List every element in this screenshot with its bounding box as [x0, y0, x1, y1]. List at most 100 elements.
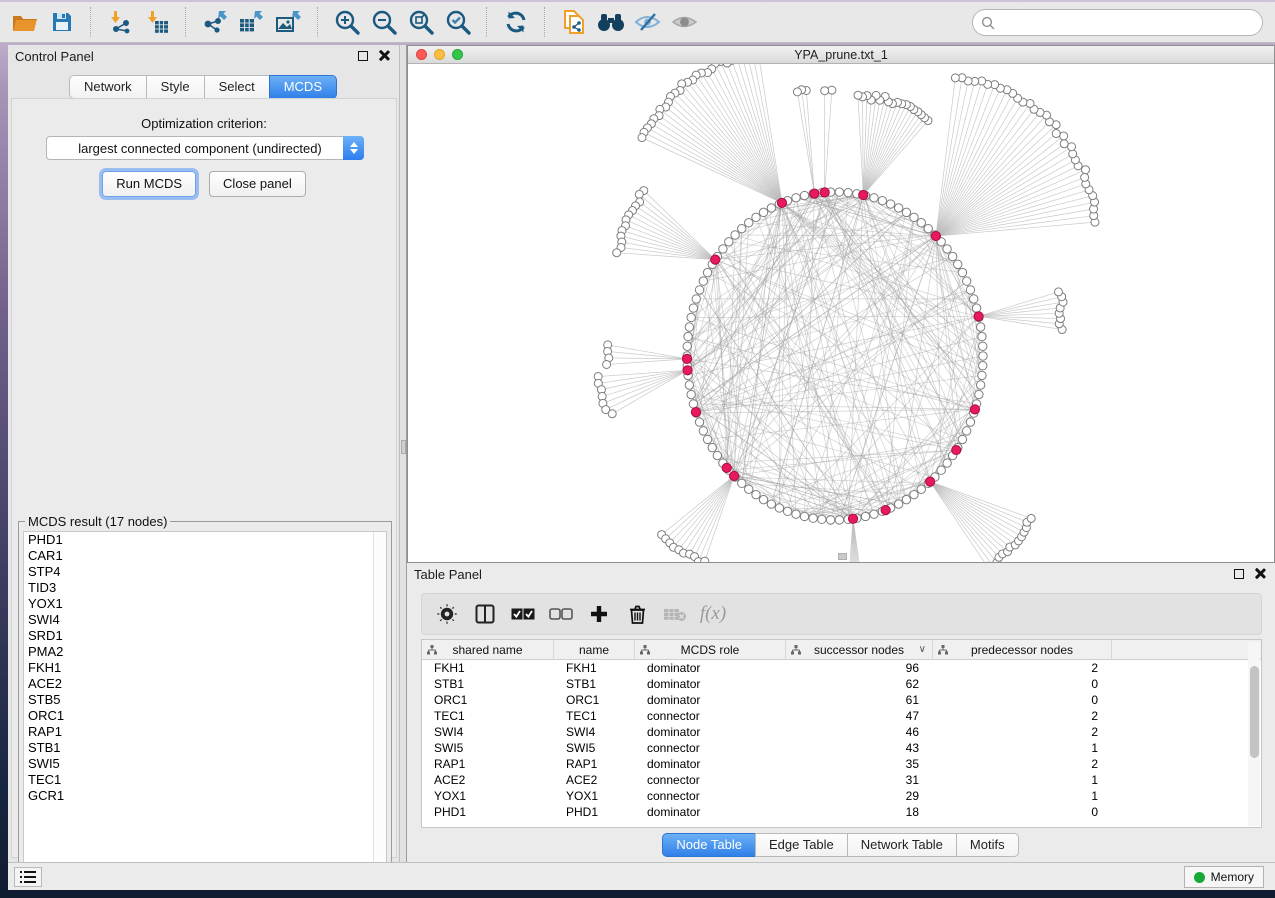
import-table-button[interactable] [138, 5, 175, 39]
column-header-successor-nodes[interactable]: successor nodes∨ [786, 640, 933, 659]
close-panel-icon[interactable] [1254, 568, 1265, 579]
network-node[interactable] [689, 400, 697, 408]
select-all-columns-button[interactable] [510, 601, 536, 627]
show-all-button[interactable] [666, 5, 703, 39]
network-node[interactable] [685, 381, 693, 389]
network-node[interactable] [943, 459, 951, 467]
network-leaf-node[interactable] [854, 91, 862, 99]
zoom-in-button[interactable] [328, 5, 365, 39]
open-file-button[interactable] [6, 5, 43, 39]
network-node[interactable] [902, 208, 910, 216]
result-node-item[interactable]: SRD1 [24, 628, 386, 644]
save-session-button[interactable] [43, 5, 80, 39]
mcds-node[interactable] [970, 405, 979, 414]
delete-column-button[interactable] [624, 601, 650, 627]
network-leaf-node[interactable] [821, 87, 829, 95]
network-node[interactable] [767, 204, 775, 212]
network-leaf-node[interactable] [1060, 140, 1068, 148]
network-node[interactable] [683, 342, 691, 350]
refresh-button[interactable] [497, 5, 534, 39]
network-node[interactable] [835, 188, 843, 196]
optimization-criterion-select[interactable]: largest connected component (undirected) [46, 136, 364, 160]
float-panel-icon[interactable] [1234, 569, 1244, 579]
mcds-node[interactable] [722, 463, 731, 472]
network-node[interactable] [937, 466, 945, 474]
network-node[interactable] [976, 323, 984, 331]
network-leaf-node[interactable] [1027, 514, 1035, 522]
network-leaf-node[interactable] [1081, 173, 1089, 181]
network-node[interactable] [962, 277, 970, 285]
export-image-button[interactable] [270, 5, 307, 39]
table-row[interactable]: STB1STB1dominator620 [422, 676, 1261, 692]
network-node[interactable] [687, 313, 695, 321]
table-row[interactable]: YOX1YOX1connector291 [422, 788, 1261, 804]
network-node[interactable] [731, 231, 739, 239]
network-node[interactable] [894, 204, 902, 212]
column-header-MCDS-role[interactable]: MCDS role [635, 640, 786, 659]
mcds-node[interactable] [926, 477, 935, 486]
network-node[interactable] [759, 208, 767, 216]
result-node-item[interactable]: RAP1 [24, 724, 386, 740]
mcds-node[interactable] [881, 506, 890, 515]
clone-network-button[interactable] [555, 5, 592, 39]
search-input[interactable] [1000, 16, 1262, 30]
result-node-item[interactable]: STB1 [24, 740, 386, 756]
network-node[interactable] [979, 342, 987, 350]
result-node-item[interactable]: SWI4 [24, 612, 386, 628]
network-node[interactable] [924, 224, 932, 232]
table-tab-node-table[interactable]: Node Table [662, 833, 756, 857]
network-node[interactable] [745, 485, 753, 493]
zoom-fit-button[interactable] [402, 5, 439, 39]
network-node[interactable] [783, 507, 791, 515]
result-node-item[interactable]: TEC1 [24, 772, 386, 788]
network-node[interactable] [970, 295, 978, 303]
network-node[interactable] [719, 245, 727, 253]
network-node[interactable] [966, 418, 974, 426]
network-node[interactable] [943, 245, 951, 253]
network-node[interactable] [759, 495, 767, 503]
network-node[interactable] [800, 191, 808, 199]
network-leaf-node[interactable] [1082, 166, 1090, 174]
network-node[interactable] [699, 277, 707, 285]
network-hscroll-thumb[interactable] [838, 553, 847, 560]
show-task-history-button[interactable] [14, 867, 42, 887]
network-node[interactable] [861, 512, 869, 520]
network-leaf-node[interactable] [793, 88, 801, 96]
network-node[interactable] [870, 194, 878, 202]
mcds-node[interactable] [683, 366, 692, 375]
result-node-item[interactable]: CAR1 [24, 548, 386, 564]
close-panel-icon[interactable] [378, 50, 389, 61]
network-leaf-node[interactable] [608, 410, 616, 418]
search-field[interactable] [972, 9, 1263, 36]
network-node[interactable] [975, 390, 983, 398]
mcds-node[interactable] [777, 198, 786, 207]
network-node[interactable] [910, 490, 918, 498]
network-node[interactable] [902, 495, 910, 503]
network-node[interactable] [826, 516, 834, 524]
network-node[interactable] [703, 268, 711, 276]
network-node[interactable] [972, 304, 980, 312]
table-row[interactable]: SWI5SWI5connector431 [422, 740, 1261, 756]
create-column-button[interactable] [586, 601, 612, 627]
network-node[interactable] [695, 418, 703, 426]
network-node[interactable] [699, 427, 707, 435]
table-tab-edge-table[interactable]: Edge Table [755, 833, 848, 857]
result-node-item[interactable]: STB5 [24, 692, 386, 708]
mcds-node[interactable] [711, 255, 720, 264]
network-node[interactable] [979, 352, 987, 360]
network-node[interactable] [978, 371, 986, 379]
run-mcds-button[interactable]: Run MCDS [102, 171, 196, 197]
network-leaf-node[interactable] [1068, 143, 1076, 151]
export-network-button[interactable] [196, 5, 233, 39]
table-scrollbar-thumb[interactable] [1250, 666, 1259, 758]
network-node[interactable] [725, 238, 733, 246]
network-node[interactable] [978, 332, 986, 340]
table-row[interactable]: ORC1ORC1dominator610 [422, 692, 1261, 708]
find-button[interactable] [592, 5, 629, 39]
network-window-titlebar[interactable]: YPA_prune.txt_1 [408, 46, 1274, 64]
table-row[interactable]: TEC1TEC1connector472 [422, 708, 1261, 724]
table-row[interactable]: PHD1PHD1dominator180 [422, 804, 1261, 820]
table-tab-motifs[interactable]: Motifs [956, 833, 1019, 857]
mcds-node[interactable] [859, 190, 868, 199]
tab-network[interactable]: Network [69, 75, 147, 99]
